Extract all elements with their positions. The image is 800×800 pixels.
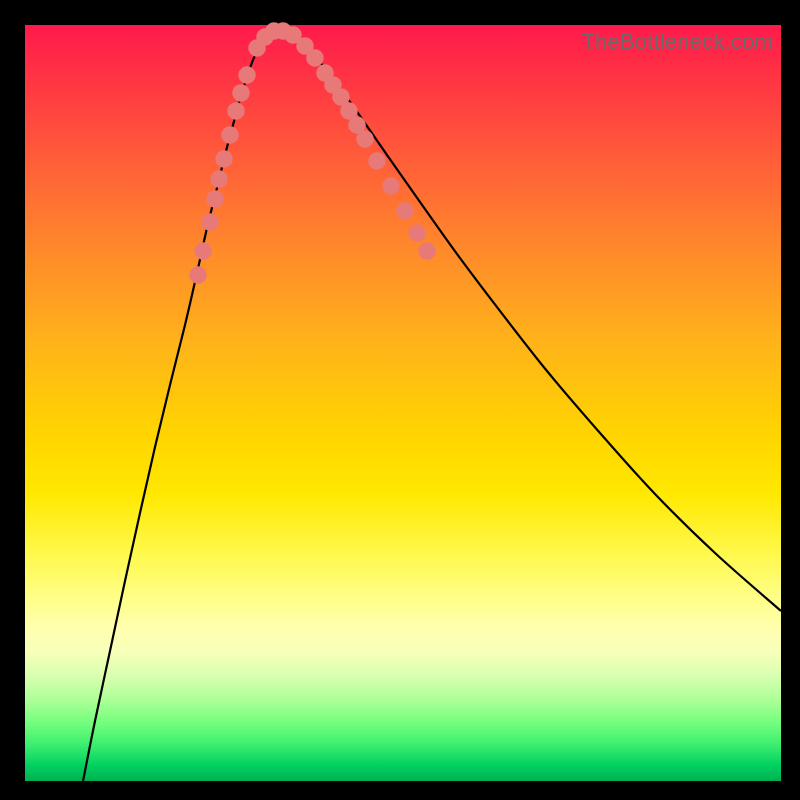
data-dot (369, 153, 386, 170)
chart-svg (25, 25, 781, 781)
chart-frame: TheBottleneck.com (25, 25, 781, 781)
data-dot (216, 151, 233, 168)
scatter-dots (190, 23, 436, 284)
data-dot (419, 243, 436, 260)
data-dot (357, 131, 374, 148)
data-dot (222, 127, 239, 144)
data-dot (211, 171, 228, 188)
data-dot (202, 214, 219, 231)
data-dot (233, 85, 250, 102)
data-dot (190, 267, 207, 284)
data-dot (409, 225, 426, 242)
data-dot (228, 103, 245, 120)
data-dot (239, 67, 256, 84)
data-dot (207, 191, 224, 208)
data-dot (307, 50, 324, 67)
data-dot (397, 203, 414, 220)
data-dot (383, 178, 400, 195)
bottleneck-curve (83, 30, 781, 781)
data-dot (195, 243, 212, 260)
